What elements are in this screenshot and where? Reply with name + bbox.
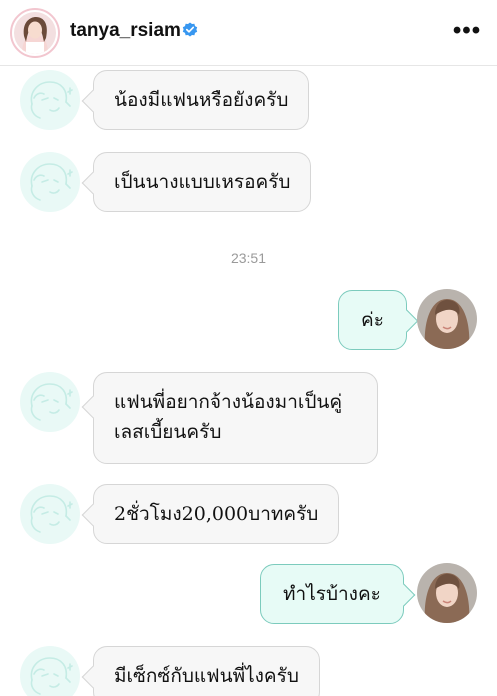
message-text: 2ชั่วโมง20,000บาทครับ <box>114 503 319 525</box>
my-avatar[interactable] <box>417 289 477 349</box>
message-bubble[interactable]: เป็นนางแบบเหรอครับ <box>81 152 312 212</box>
profile-avatar[interactable] <box>10 8 60 58</box>
reply-text: ทำไรบ้างคะ <box>283 583 381 605</box>
reply-text: ค่ะ <box>361 309 384 331</box>
sender-avatar-icon[interactable] <box>20 646 80 696</box>
message-bubble[interactable]: แฟนพี่อยากจ้างน้องมาเป็นคู่เลสเบี้ยนครับ <box>81 372 378 464</box>
verified-badge-icon <box>182 22 198 37</box>
message-bubble[interactable]: มีเซ็กซ์กับแฟนพี่ไงครับ <box>81 646 320 696</box>
reply-bubble[interactable]: ทำไรบ้างคะ <box>260 564 416 624</box>
message-bubble[interactable]: 2ชั่วโมง20,000บาทครับ <box>81 484 340 544</box>
sender-avatar-icon[interactable] <box>20 484 80 544</box>
more-options-button[interactable]: ••• <box>453 16 480 46</box>
profile-photo-icon <box>14 12 56 54</box>
sender-avatar-icon[interactable] <box>20 372 80 432</box>
message-text: น้องมีแฟนหรือยังครับ <box>114 89 289 111</box>
sender-avatar-icon[interactable] <box>20 70 80 130</box>
profile-photo-icon <box>417 289 477 349</box>
sender-avatar-icon[interactable] <box>20 152 80 212</box>
chat-header: tanya_rsiam ••• <box>0 0 497 66</box>
profile-photo-icon <box>417 563 477 623</box>
reply-bubble[interactable]: ค่ะ <box>338 290 419 350</box>
message-bubble[interactable]: น้องมีแฟนหรือยังครับ <box>81 70 310 130</box>
message-text: เป็นนางแบบเหรอครับ <box>114 171 291 193</box>
message-text: แฟนพี่อยากจ้างน้องมาเป็นคู่เลสเบี้ยนครับ <box>114 391 343 443</box>
message-timestamp: 23:51 <box>230 250 267 266</box>
username[interactable]: tanya_rsiam <box>70 20 181 42</box>
my-avatar[interactable] <box>417 563 477 623</box>
message-text: มีเซ็กซ์กับแฟนพี่ไงครับ <box>114 665 299 687</box>
